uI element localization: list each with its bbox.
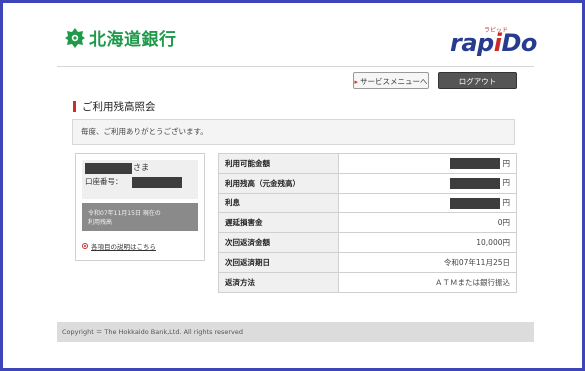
rapido-part-3: Do [501, 29, 537, 57]
account-number-label: 口座番号： [85, 177, 123, 186]
title-accent-bar [73, 101, 76, 112]
row-label: 遅延損害金 [218, 212, 339, 234]
logout-button[interactable]: ログアウト [438, 72, 517, 89]
table-row: 利用可能金額 円 [218, 153, 517, 174]
redacted-customer-name [85, 163, 132, 174]
row-value: 円 [338, 153, 517, 174]
row-label: 次回返済金額 [218, 232, 339, 253]
service-menu-label: サービスメニューへ [360, 77, 428, 86]
table-row: 次回返済期日 令和07年11月25日 [218, 251, 517, 273]
help-link[interactable]: 各項目の説明はこちら [82, 241, 156, 251]
honorific: さま [133, 163, 149, 172]
help-link-text[interactable]: 各項目の説明はこちら [91, 241, 156, 251]
rapido-logo: ラピッド rapiDo [450, 25, 537, 59]
rapido-wordmark: rapiDo [450, 29, 537, 57]
page-title: ご利用残高照会 [73, 99, 156, 114]
row-value: 令和07年11月25日 [338, 251, 517, 273]
row-label: 利息 [218, 192, 339, 214]
table-row: 利用残高（元金残高） 円 [218, 172, 517, 194]
row-label: 返済方法 [218, 271, 339, 293]
row-label: 利用可能金額 [218, 153, 339, 174]
table-row: 利息 円 [218, 192, 517, 214]
table-row: 次回返済金額 10,000円 [218, 232, 517, 253]
greeting-message: 毎度、ご利用ありがとうございます。 [72, 119, 515, 145]
footer-copyright: Copyright ＝ The Hokkaido Bank,Ltd. All r… [57, 322, 534, 342]
balance-date-note: 令和07年11月15日 現在の 利用残高 [82, 203, 198, 231]
row-value: ＡＴＭまたは銀行振込 [338, 271, 517, 293]
row-label: 次回返済期日 [218, 251, 339, 273]
redacted-account-number [132, 177, 182, 188]
customer-panel: さま 口座番号： 令和07年11月15日 現在の 利用残高 各項目の説明はこちら [75, 153, 205, 261]
row-value: 円 [338, 172, 517, 194]
date-note-line-1: 令和07年11月15日 現在の [88, 210, 161, 217]
bank-logo[interactable]: 北海道銀行 [65, 25, 177, 50]
header-divider [57, 66, 534, 67]
arrow-right-icon: ▸ [354, 78, 358, 86]
page-frame: 北海道銀行 ラピッド rapiDo ▸ サービスメニューへ ログアウト ご利用残高… [0, 0, 585, 371]
info-bullet-icon [82, 243, 88, 249]
header: 北海道銀行 ラピッド rapiDo [3, 3, 582, 67]
bank-emblem-icon [65, 27, 85, 48]
table-row: 遅延損害金 0円 [218, 212, 517, 234]
redacted-amount [449, 177, 500, 189]
row-label: 利用残高（元金残高） [218, 172, 339, 194]
row-value: 10,000円 [338, 232, 517, 253]
amount-unit: 円 [502, 178, 511, 188]
balance-detail-table: 利用可能金額円利用残高（元金残高）円利息円遅延損害金 0円 次回返済金額 10,000… [218, 153, 517, 293]
row-value: 0円 [338, 212, 517, 234]
row-value: 円 [338, 192, 517, 214]
amount-unit: 円 [502, 198, 511, 208]
redacted-amount [449, 197, 500, 209]
service-menu-button[interactable]: ▸ サービスメニューへ [353, 72, 429, 89]
redacted-amount [449, 158, 500, 170]
amount-unit: 円 [502, 158, 511, 168]
bank-name: 北海道銀行 [89, 30, 177, 50]
page-title-text: ご利用残高照会 [82, 101, 156, 113]
date-note-line-2: 利用残高 [88, 219, 113, 226]
rapido-part-1: rap [450, 29, 494, 57]
table-row: 返済方法 ＡＴＭまたは銀行振込 [218, 271, 517, 293]
